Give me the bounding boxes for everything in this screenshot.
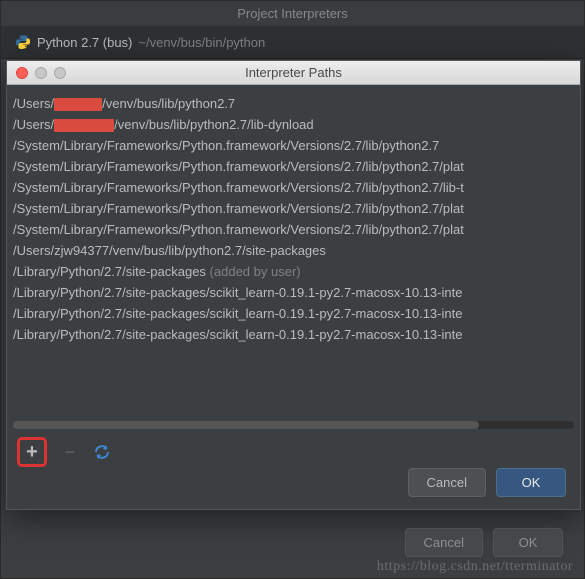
add-path-button[interactable]: + bbox=[17, 437, 47, 467]
dialog-titlebar: Interpreter Paths bbox=[7, 61, 580, 85]
path-row[interactable]: /Users/zjw94377/venv/bus/lib/python2.7/s… bbox=[13, 240, 574, 261]
interpreter-name: Python 2.7 (bus) bbox=[37, 35, 132, 50]
ok-button[interactable]: OK bbox=[496, 468, 566, 497]
path-row[interactable]: /System/Library/Frameworks/Python.framew… bbox=[13, 156, 574, 177]
path-row[interactable]: /Library/Python/2.7/site-packages/scikit… bbox=[13, 324, 574, 345]
path-row[interactable]: /Users/ /venv/bus/lib/python2.7 bbox=[13, 93, 574, 114]
added-by-user-hint: (added by user) bbox=[206, 264, 301, 279]
path-row[interactable]: /Library/Python/2.7/site-packages (added… bbox=[13, 261, 574, 282]
python-icon bbox=[15, 34, 31, 50]
outer-button-row: Cancel OK bbox=[405, 528, 563, 557]
path-row[interactable]: /Users/ /venv/bus/lib/python2.7/lib-dynl… bbox=[13, 114, 574, 135]
cancel-button[interactable]: Cancel bbox=[408, 468, 486, 497]
refresh-icon bbox=[93, 443, 111, 461]
redacted-segment bbox=[54, 119, 114, 132]
horizontal-scrollbar[interactable] bbox=[13, 421, 574, 429]
dialog-button-row: Cancel OK bbox=[408, 468, 566, 497]
redacted-segment bbox=[54, 98, 102, 111]
watermark-text: https://blog.csdn.net/tterminator bbox=[377, 559, 573, 575]
dialog-title: Interpreter Paths bbox=[7, 65, 580, 80]
scrollbar-thumb[interactable] bbox=[13, 421, 479, 429]
window-title: Project Interpreters bbox=[1, 1, 584, 26]
interpreter-path: ~/venv/bus/bin/python bbox=[138, 35, 265, 50]
refresh-button[interactable] bbox=[93, 443, 111, 461]
path-row[interactable]: /System/Library/Frameworks/Python.framew… bbox=[13, 135, 574, 156]
path-row[interactable]: /Library/Python/2.7/site-packages/scikit… bbox=[13, 282, 574, 303]
path-row[interactable]: /System/Library/Frameworks/Python.framew… bbox=[13, 198, 574, 219]
remove-path-button[interactable]: − bbox=[61, 442, 79, 463]
interpreter-selector-row[interactable]: Python 2.7 (bus) ~/venv/bus/bin/python bbox=[1, 26, 584, 59]
path-row[interactable]: /Library/Python/2.7/site-packages/scikit… bbox=[13, 303, 574, 324]
interpreter-paths-dialog: Interpreter Paths /Users/ /venv/bus/lib/… bbox=[6, 60, 581, 510]
path-row[interactable]: /System/Library/Frameworks/Python.framew… bbox=[13, 219, 574, 240]
paths-list[interactable]: /Users/ /venv/bus/lib/python2.7/Users/ /… bbox=[7, 85, 580, 417]
path-row[interactable]: /System/Library/Frameworks/Python.framew… bbox=[13, 177, 574, 198]
outer-cancel-button[interactable]: Cancel bbox=[405, 528, 483, 557]
outer-ok-button[interactable]: OK bbox=[493, 528, 563, 557]
